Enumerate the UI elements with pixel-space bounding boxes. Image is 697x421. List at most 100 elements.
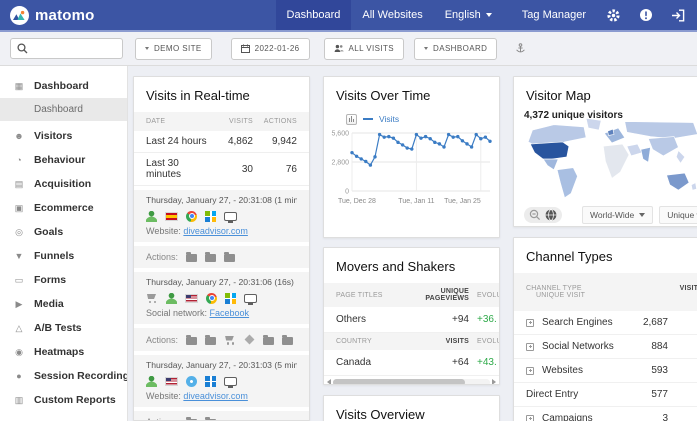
- expand-icon[interactable]: [526, 319, 534, 327]
- export-image-icon[interactable]: [346, 114, 357, 125]
- ecommerce-icon: ▣: [13, 203, 25, 214]
- search-box[interactable]: [10, 38, 123, 59]
- channel-row-direct-entry[interactable]: Direct Entry577: [514, 383, 697, 407]
- scroll-right-icon[interactable]: [492, 379, 496, 385]
- help-icon[interactable]: [630, 0, 662, 30]
- map-region-select[interactable]: World-Wide: [582, 206, 653, 224]
- channel-row-social-networks[interactable]: Social Networks884: [514, 335, 697, 359]
- legend-line-swatch: [363, 118, 373, 120]
- matomo-logo[interactable]: matomo: [10, 6, 95, 25]
- widget-title: Visits in Real-time: [134, 77, 309, 112]
- detail-label: Website:: [146, 391, 183, 401]
- actions-label: Actions:: [146, 417, 178, 421]
- visit-datetime: Thursday, January 27, - 20:31:08 (1 min …: [146, 195, 297, 205]
- widget-title: Movers and Shakers: [324, 248, 499, 283]
- date-range-button[interactable]: 2022-01-26: [231, 38, 310, 60]
- chrome-icon: [186, 211, 197, 222]
- svg-text:Tue, Jan 11: Tue, Jan 11: [398, 198, 434, 205]
- funnels-icon: ▼: [13, 251, 25, 261]
- dashboard-grid-icon: ▦: [13, 81, 25, 92]
- signin-icon[interactable]: [662, 0, 697, 30]
- visit-entry[interactable]: Thursday, January 27, - 20:31:03 (5 min …: [134, 355, 309, 407]
- channel-types-widget: Channel Types CHANNEL TYPE VISITS UNIQUE…: [513, 237, 697, 421]
- sidebar-item-session-recordings[interactable]: ●Session Recordings: [0, 364, 127, 388]
- unique-visitors-value: 2,: [668, 317, 697, 328]
- visit-datetime: Thursday, January 27, - 20:31:03 (5 min …: [146, 360, 297, 370]
- visit-entry[interactable]: Thursday, January 27, - 20:31:08 (1 min …: [134, 190, 309, 242]
- dashboard-selector-button[interactable]: DASHBOARD: [414, 38, 497, 60]
- sidebar-item-funnels[interactable]: ▼ Funnels: [0, 244, 127, 268]
- forms-icon: ▭: [13, 275, 25, 286]
- folder-icon: [186, 254, 197, 262]
- settings-icon[interactable]: [597, 0, 630, 30]
- actions-value: 76: [253, 164, 297, 175]
- folder-icon: [205, 254, 216, 262]
- svg-text:2,800: 2,800: [331, 160, 349, 167]
- nav-language-select[interactable]: English: [434, 0, 503, 30]
- nav-dashboard[interactable]: Dashboard: [276, 0, 352, 30]
- sidebar-item-visitors[interactable]: ☻Visitors: [0, 124, 127, 148]
- caret-icon: [424, 47, 428, 50]
- visit-icons-row: [146, 210, 297, 222]
- nav-tag-manager[interactable]: Tag Manager: [511, 0, 597, 30]
- realtime-summary-row[interactable]: Last 30 minutes3076: [134, 153, 309, 186]
- movers-row[interactable]: Others+94+36.: [324, 307, 499, 333]
- nav-all-websites[interactable]: All Websites: [351, 0, 433, 30]
- sidebar-item-custom-reports[interactable]: ▥Custom Reports: [0, 388, 127, 412]
- map-metric-select[interactable]: Unique visitors: [659, 206, 697, 224]
- channel-row-websites[interactable]: Websites593: [514, 359, 697, 383]
- column-label: EVOLUTI: [469, 292, 499, 299]
- sidebar-item-heatmaps[interactable]: ◉Heatmaps: [0, 340, 127, 364]
- sidebar-item-acquisition[interactable]: ▤Acquisition: [0, 172, 127, 196]
- movers-section-header: COUNTRYVISITSEVOLUTI: [324, 333, 499, 350]
- desktop-icon: [244, 294, 257, 303]
- sidebar-item-a-b-tests[interactable]: △A/B Tests: [0, 316, 127, 340]
- segment-selector-button[interactable]: ALL VISITS: [324, 38, 405, 60]
- visit-entry[interactable]: Thursday, January 27, - 20:31:06 (16s)So…: [134, 272, 309, 324]
- sidebar-subitem-dashboard[interactable]: Dashboard: [0, 98, 127, 121]
- visits-over-time-chart[interactable]: 5,6002,8000Tue, Dec 28Tue, Jan 11Tue, Ja…: [324, 126, 499, 223]
- sidebar-item-label: Visitors: [34, 130, 72, 142]
- sidebar: ▦DashboardDashboard ☻Visitors◔Behaviour▤A…: [0, 66, 128, 421]
- sidebar-item-ecommerce[interactable]: ▣Ecommerce: [0, 196, 127, 220]
- detail-link[interactable]: diveadvisor.com: [183, 391, 248, 401]
- column-label-sorted[interactable]: VISITS: [407, 338, 469, 345]
- folder-icon: [186, 337, 197, 345]
- world-map[interactable]: [520, 114, 697, 202]
- channel-row-campaigns[interactable]: Campaigns3: [514, 407, 697, 421]
- channel-types-body: Search Engines2,6872,Social Networks884W…: [514, 311, 697, 421]
- visits-value: 3: [626, 413, 668, 421]
- folder-icon: [205, 337, 216, 345]
- sidebar-item-forms[interactable]: ▭Forms: [0, 268, 127, 292]
- detail-link[interactable]: Facebook: [210, 308, 250, 318]
- channel-row-search-engines[interactable]: Search Engines2,6872,: [514, 311, 697, 335]
- widget-title: Channel Types: [514, 238, 697, 273]
- visits-value: 577: [626, 389, 668, 400]
- channel-label: Social Networks: [542, 341, 626, 352]
- realtime-table-body: Last 24 hours4,8629,942Last 30 minutes30…: [134, 131, 309, 421]
- column-label-sorted[interactable]: UNIQUE PAGEVIEWS: [407, 288, 469, 302]
- visitor-icon: [146, 211, 157, 222]
- movers-section-header: PAGE TITLESUNIQUE PAGEVIEWSEVOLUTI: [324, 283, 499, 307]
- sidebar-item-dashboard[interactable]: ▦Dashboard: [0, 74, 127, 98]
- detail-link[interactable]: diveadvisor.com: [183, 226, 248, 236]
- expand-icon[interactable]: [526, 415, 534, 421]
- scroll-left-icon[interactable]: [327, 379, 331, 385]
- sidebar-item-behaviour[interactable]: ◔Behaviour: [0, 148, 127, 172]
- sidebar-item-media[interactable]: ▶Media: [0, 292, 127, 316]
- realtime-summary-row[interactable]: Last 24 hours4,8629,942: [134, 131, 309, 153]
- expand-icon[interactable]: [526, 343, 534, 351]
- visit-actions-row: Actions:: [134, 246, 309, 268]
- sidebar-item-label: Funnels: [34, 250, 74, 262]
- movers-row[interactable]: Canada+64+43.: [324, 350, 499, 376]
- control-bar: DEMO SITE 2022-01-26 ALL VISITS DASHBOAR…: [0, 32, 697, 66]
- site-selector-button[interactable]: DEMO SITE: [135, 38, 212, 60]
- visitor-icon: [166, 293, 177, 304]
- sidebar-item-goals[interactable]: ◎Goals: [0, 220, 127, 244]
- search-input[interactable]: [32, 43, 112, 55]
- horizontal-scrollbar[interactable]: [324, 376, 499, 385]
- anchor-icon[interactable]: [515, 43, 526, 54]
- expand-icon[interactable]: [526, 367, 534, 375]
- zoom-out-icon[interactable]: [529, 209, 541, 221]
- globe-icon[interactable]: [545, 209, 557, 221]
